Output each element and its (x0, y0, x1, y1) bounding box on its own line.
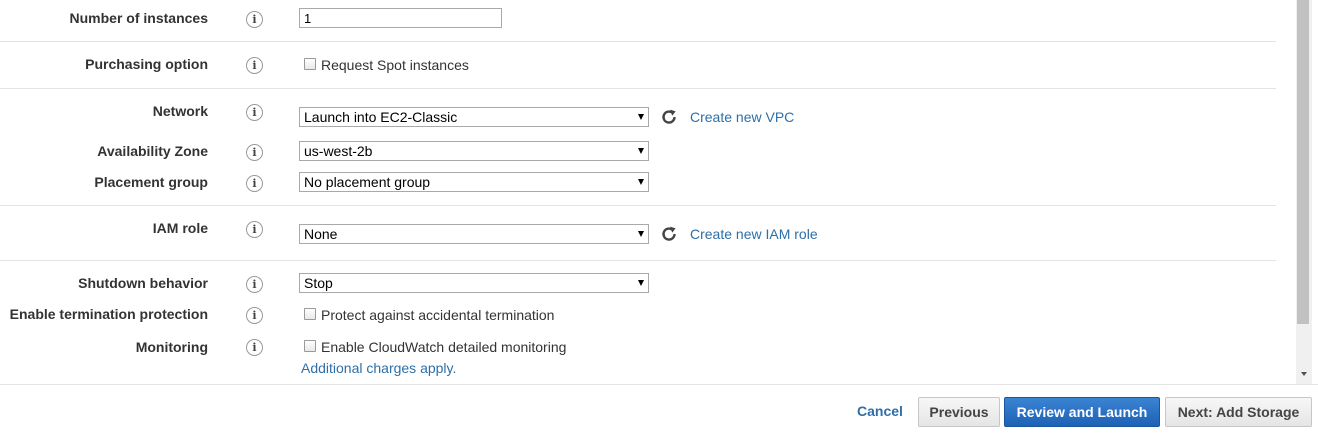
purchasing-option-label: Purchasing option (85, 56, 208, 72)
chevron-down-icon (638, 179, 644, 185)
availability-zone-label: Availability Zone (97, 143, 208, 159)
info-icon[interactable]: i (246, 57, 263, 74)
iam-role-select[interactable]: None (299, 224, 649, 244)
request-spot-instances-checkbox[interactable] (304, 58, 316, 70)
info-icon[interactable]: i (246, 175, 263, 192)
info-icon[interactable]: i (246, 104, 263, 121)
detailed-monitoring-checkbox[interactable] (304, 340, 316, 352)
detailed-monitoring-label: Enable CloudWatch detailed monitoring (321, 339, 567, 355)
vertical-scrollbar[interactable] (1296, 0, 1312, 384)
scrollbar-thumb[interactable] (1297, 0, 1309, 324)
instance-details-form: Number of instances i Purchasing option … (0, 0, 1296, 384)
placement-group-label: Placement group (94, 174, 208, 190)
network-label: Network (152, 103, 208, 119)
divider (0, 260, 1276, 261)
request-spot-instances-label: Request Spot instances (321, 57, 469, 73)
network-select[interactable]: Launch into EC2-Classic (299, 107, 649, 127)
request-spot-instances-option[interactable]: Request Spot instances (304, 57, 469, 73)
chevron-down-icon (638, 114, 644, 120)
info-icon[interactable]: i (246, 221, 263, 238)
divider (0, 88, 1276, 89)
cancel-button[interactable]: Cancel (848, 397, 912, 427)
info-icon[interactable]: i (246, 339, 263, 356)
placement-group-select[interactable]: No placement group (299, 172, 649, 192)
number-of-instances-label: Number of instances (69, 10, 208, 26)
availability-zone-selected-value: us-west-2b (304, 143, 373, 159)
shutdown-behavior-label: Shutdown behavior (78, 275, 208, 291)
additional-charges-link[interactable]: Additional charges apply. (301, 360, 456, 376)
wizard-footer: Cancel Previous Review and Launch Next: … (0, 384, 1318, 446)
termination-protection-option[interactable]: Protect against accidental termination (304, 307, 554, 323)
refresh-icon[interactable] (660, 108, 678, 126)
info-icon[interactable]: i (246, 276, 263, 293)
previous-button[interactable]: Previous (918, 397, 1000, 427)
number-of-instances-input[interactable] (299, 8, 502, 28)
refresh-icon[interactable] (660, 225, 678, 243)
next-add-storage-button[interactable]: Next: Add Storage (1165, 397, 1312, 427)
info-icon[interactable]: i (246, 144, 263, 161)
divider (0, 41, 1276, 42)
scroll-down-arrow-icon[interactable] (1301, 372, 1307, 376)
shutdown-behavior-selected-value: Stop (304, 275, 333, 291)
shutdown-behavior-select[interactable]: Stop (299, 273, 649, 293)
create-new-vpc-link[interactable]: Create new VPC (690, 109, 794, 125)
termination-protection-label: Enable termination protection (9, 306, 208, 322)
chevron-down-icon (638, 231, 644, 237)
chevron-down-icon (638, 280, 644, 286)
termination-protection-checkbox[interactable] (304, 308, 316, 320)
review-and-launch-button[interactable]: Review and Launch (1004, 397, 1160, 427)
monitoring-label: Monitoring (135, 339, 208, 355)
create-new-iam-role-link[interactable]: Create new IAM role (690, 226, 818, 242)
iam-role-label: IAM role (152, 220, 208, 236)
chevron-down-icon (638, 148, 644, 154)
termination-protection-checkbox-label: Protect against accidental termination (321, 307, 555, 323)
info-icon[interactable]: i (246, 307, 263, 324)
availability-zone-select[interactable]: us-west-2b (299, 141, 649, 161)
info-icon[interactable]: i (246, 11, 263, 28)
detailed-monitoring-option[interactable]: Enable CloudWatch detailed monitoring (304, 339, 566, 355)
divider (0, 205, 1276, 206)
placement-group-selected-value: No placement group (304, 174, 431, 190)
iam-role-selected-value: None (304, 226, 338, 242)
network-selected-value: Launch into EC2-Classic (304, 109, 458, 125)
